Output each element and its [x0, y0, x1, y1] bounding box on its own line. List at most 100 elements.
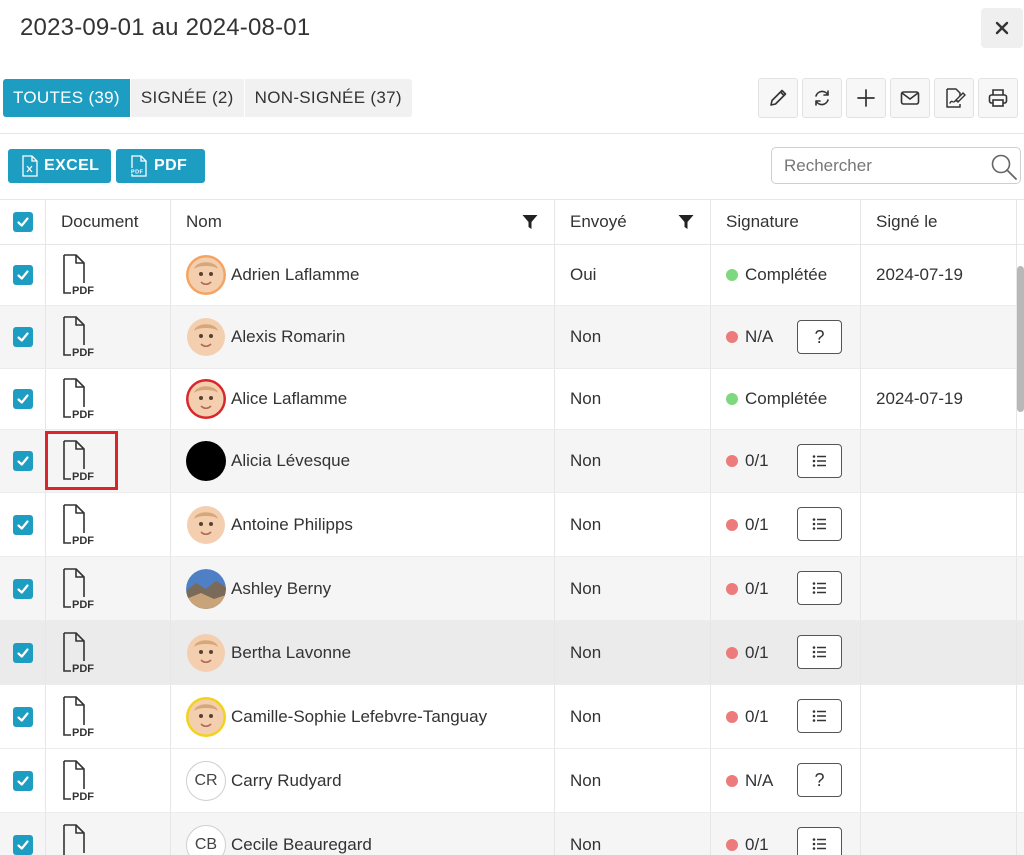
search-input[interactable] — [772, 155, 982, 176]
person-name[interactable]: Alexis Romarin — [231, 327, 345, 347]
document-cell: PDF — [46, 493, 171, 556]
sent-cell: Non — [555, 557, 711, 620]
checkmark-icon — [16, 711, 29, 722]
column-header-signature[interactable]: Signature — [711, 200, 861, 244]
signature-details-button[interactable] — [797, 444, 842, 478]
tab-unsigned[interactable]: NON-SIGNÉE (37) — [244, 79, 412, 117]
table-row[interactable]: PDF Ashley Berny Non 0/1 — [0, 557, 1024, 621]
svg-text:PDF: PDF — [72, 409, 94, 421]
signature-details-button[interactable] — [797, 699, 842, 733]
table-row[interactable]: PDF CR Carry Rudyard Non N/A? — [0, 749, 1024, 813]
list-icon — [812, 646, 826, 658]
list-icon — [812, 838, 826, 850]
signed-date-cell — [861, 749, 1017, 812]
signature-status: 0/1 — [745, 642, 769, 662]
edit-button[interactable] — [758, 78, 798, 118]
column-header-sent[interactable]: Envoyé — [555, 200, 711, 244]
signature-status: 0/1 — [745, 578, 769, 598]
signature-details-button[interactable] — [797, 635, 842, 669]
column-header-document[interactable]: Document — [46, 200, 171, 244]
avatar — [186, 633, 226, 673]
row-checkbox[interactable] — [12, 451, 33, 471]
export-pdf-button[interactable]: PDF PDF — [116, 149, 205, 183]
status-dot — [726, 710, 738, 723]
row-checkbox[interactable] — [12, 834, 33, 855]
export-excel-button[interactable]: EXCEL — [8, 149, 111, 183]
signature-details-button[interactable] — [797, 507, 842, 541]
row-select-cell — [0, 493, 46, 556]
pdf-document-icon[interactable]: PDF — [61, 823, 95, 855]
person-name[interactable]: Camille-Sophie Lefebvre-Tanguay — [231, 707, 487, 727]
person-name[interactable]: Carry Rudyard — [231, 771, 342, 791]
svg-text:PDF: PDF — [72, 347, 94, 359]
signed-date-cell — [861, 813, 1017, 855]
search-icon[interactable] — [990, 153, 1018, 181]
table-row[interactable]: PDF Alicia Lévesque Non 0/1 — [0, 430, 1024, 493]
row-select-cell — [0, 430, 46, 492]
person-name[interactable]: Ashley Berny — [231, 579, 331, 599]
person-name[interactable]: Bertha Lavonne — [231, 643, 351, 663]
signed-date-cell: 2024-07-19 — [861, 369, 1017, 429]
tab-all[interactable]: TOUTES (39) — [3, 79, 130, 117]
column-header-name[interactable]: Nom — [171, 200, 555, 244]
signature-details-button[interactable] — [797, 571, 842, 605]
add-button[interactable] — [846, 78, 886, 118]
signature-help-button[interactable]: ? — [797, 320, 842, 354]
print-button[interactable] — [978, 78, 1018, 118]
table-row[interactable]: PDF Bertha Lavonne Non 0/1 — [0, 621, 1024, 685]
pdf-document-icon[interactable]: PDF — [61, 377, 95, 421]
refresh-icon — [815, 90, 829, 106]
sign-button[interactable] — [934, 78, 974, 118]
avatar — [186, 317, 226, 357]
row-checkbox[interactable] — [12, 770, 33, 791]
table-row[interactable]: PDF CBCecile Beauregard Non 0/1 — [0, 813, 1024, 855]
signature-cell: 0/1 — [711, 557, 861, 620]
row-checkbox[interactable] — [12, 514, 33, 535]
table-row[interactable]: PDF Adrien Laflamme Oui Complétée 2024-07-19 — [0, 245, 1024, 306]
column-header-signed-date[interactable]: Signé le — [861, 200, 1017, 244]
pdf-document-icon[interactable]: PDF — [61, 253, 95, 297]
email-button[interactable] — [890, 78, 930, 118]
status-dot — [726, 582, 738, 595]
table-row[interactable]: PDF Camille-Sophie Lefebvre-Tanguay Non 0/1 — [0, 685, 1024, 749]
signature-help-button[interactable]: ? — [797, 763, 842, 797]
row-checkbox[interactable] — [12, 642, 33, 663]
row-checkbox[interactable] — [12, 578, 33, 599]
vertical-scrollbar[interactable] — [1017, 266, 1024, 412]
signature-details-button[interactable] — [797, 827, 842, 855]
row-select-cell — [0, 306, 46, 368]
person-name[interactable]: Alice Laflamme — [231, 389, 347, 409]
checkmark-icon — [16, 647, 29, 658]
person-name[interactable]: Cecile Beauregard — [231, 835, 372, 855]
person-name[interactable]: Alicia Lévesque — [231, 451, 350, 471]
row-checkbox[interactable] — [12, 706, 33, 727]
select-all-checkbox[interactable] — [12, 212, 33, 232]
toolbar-divider — [0, 133, 1024, 134]
filter-icon[interactable] — [522, 214, 538, 230]
close-button[interactable] — [981, 8, 1023, 48]
table-row[interactable]: PDF Alice Laflamme Non Complétée 2024-07-19 — [0, 369, 1024, 430]
person-name[interactable]: Antoine Philipps — [231, 515, 353, 535]
tab-signed[interactable]: SIGNÉE (2) — [130, 79, 244, 117]
refresh-button[interactable] — [802, 78, 842, 118]
sent-cell: Non — [555, 749, 711, 812]
pdf-document-icon[interactable]: PDF — [61, 695, 95, 739]
person-name[interactable]: Adrien Laflamme — [231, 265, 360, 285]
pdf-document-icon[interactable]: PDF — [61, 759, 95, 803]
row-checkbox[interactable] — [12, 265, 33, 285]
filter-icon[interactable] — [678, 214, 694, 230]
signature-cell: N/A? — [711, 306, 861, 368]
signature-cell: Complétée — [711, 369, 861, 429]
table-row[interactable]: PDF Antoine Philipps Non 0/1 — [0, 493, 1024, 557]
signed-date-cell — [861, 493, 1017, 556]
pdf-document-icon[interactable]: PDF — [61, 503, 95, 547]
row-checkbox[interactable] — [12, 389, 33, 409]
export-excel-label: EXCEL — [44, 157, 100, 174]
pdf-document-icon[interactable]: PDF — [61, 567, 95, 611]
pdf-document-icon[interactable]: PDF — [61, 631, 95, 675]
table-row[interactable]: PDF Alexis Romarin Non N/A? — [0, 306, 1024, 369]
pdf-file-icon: PDF — [130, 155, 147, 177]
pdf-document-icon[interactable]: PDF — [61, 315, 95, 359]
row-checkbox[interactable] — [12, 327, 33, 347]
signature-cell: 0/1 — [711, 493, 861, 556]
